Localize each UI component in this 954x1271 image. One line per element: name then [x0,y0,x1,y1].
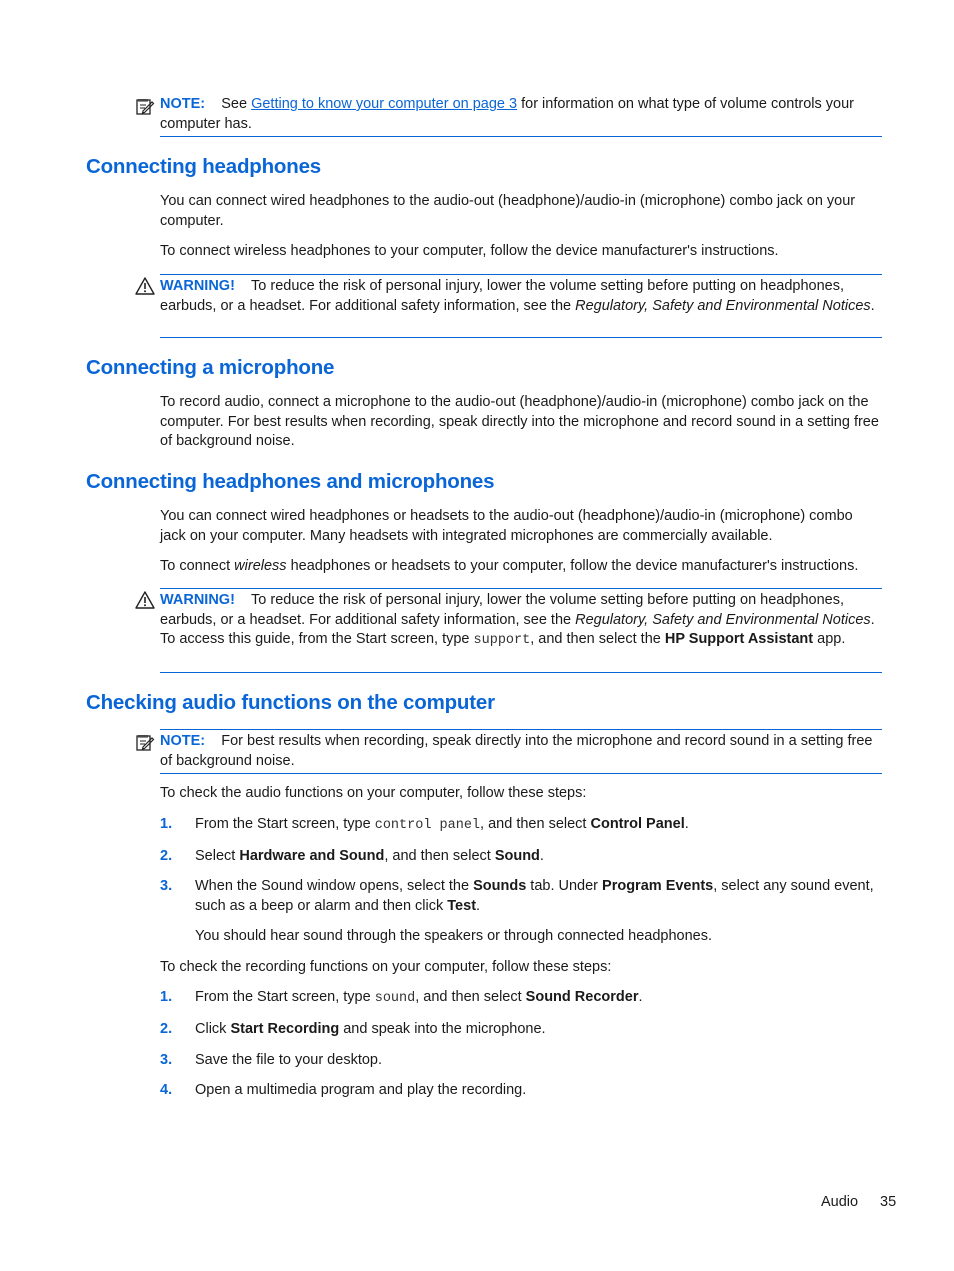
paragraph: To connect wireless headphones or headse… [160,558,859,574]
paragraph: You can connect wired headphones to the … [160,193,856,229]
note-recording: NOTE: For best results when recording, s… [160,733,873,769]
note-label: NOTE: [160,96,206,112]
heading-connecting-microphone: Connecting a microphone [86,356,335,379]
note-icon [136,735,155,751]
paragraph: To record audio, connect a microphone to… [160,394,879,449]
divider [160,337,882,338]
warning-icon [135,591,155,609]
paragraph: To check the audio functions on your com… [160,785,587,801]
paragraph: To connect wireless headphones to your c… [160,243,779,259]
warning-label: WARNING! [160,278,235,294]
heading-headphones-and-microphones: Connecting headphones and microphones [86,470,495,493]
warning-headphones: WARNING! To reduce the risk of personal … [160,278,875,314]
page-number: 35 [880,1194,897,1210]
step-followup: You should hear sound through the speake… [195,928,713,944]
divider [160,136,882,137]
footer-section-name: Audio [821,1194,859,1210]
paragraph: You can connect wired headphones or head… [160,508,853,544]
note-volume-controls: NOTE: See Getting to know your computer … [160,96,854,132]
paragraph: To check the recording functions on your… [160,959,612,975]
divider [160,672,882,673]
divider [160,729,882,730]
getting-to-know-link[interactable]: Getting to know your computer on page 3 [251,96,517,112]
heading-checking-audio: Checking audio functions on the computer [86,691,495,714]
divider [160,274,882,275]
warning-headsets: WARNING! To reduce the risk of personal … [160,592,875,648]
note-icon [136,99,155,115]
note-label: NOTE: [160,733,206,749]
warning-label: WARNING! [160,592,235,608]
divider [160,773,882,774]
warning-icon [135,277,155,295]
heading-connecting-headphones: Connecting headphones [86,155,321,178]
divider [160,588,882,589]
